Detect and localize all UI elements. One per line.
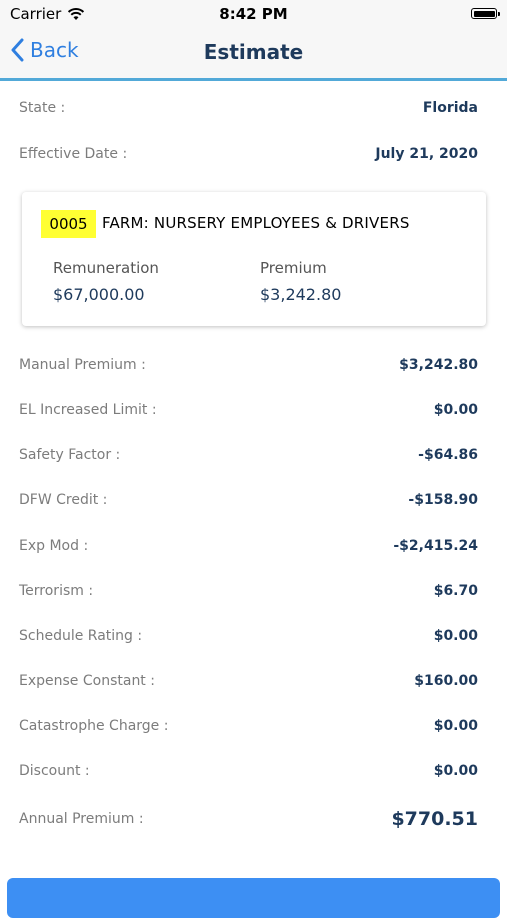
dfw-credit-label: DFW Credit : bbox=[19, 492, 108, 508]
annual-premium-value: $770.51 bbox=[391, 808, 478, 830]
status-bar: Carrier 8:42 PM bbox=[0, 0, 507, 28]
expense-constant-value: $160.00 bbox=[414, 673, 478, 689]
terrorism-value: $6.70 bbox=[433, 583, 478, 599]
premium-value: $3,242.80 bbox=[260, 285, 342, 304]
manual-premium-label: Manual Premium : bbox=[19, 357, 146, 373]
back-button[interactable]: Back bbox=[10, 38, 79, 62]
catastrophe-charge-value: $0.00 bbox=[433, 718, 478, 734]
status-time: 8:42 PM bbox=[219, 5, 288, 23]
catastrophe-charge-row: Catastrophe Charge : $0.00 bbox=[19, 714, 478, 738]
discount-value: $0.00 bbox=[433, 763, 478, 779]
chevron-left-icon bbox=[11, 38, 24, 62]
catastrophe-charge-label: Catastrophe Charge : bbox=[19, 718, 169, 734]
class-description: FARM: NURSERY EMPLOYEES & DRIVERS bbox=[102, 214, 410, 232]
safety-factor-value: -$64.86 bbox=[418, 447, 478, 463]
expense-constant-row: Expense Constant : $160.00 bbox=[19, 669, 478, 693]
premium-label: Premium bbox=[260, 259, 327, 277]
navigation-bar: Back Estimate bbox=[0, 28, 507, 81]
dfw-credit-value: -$158.90 bbox=[408, 492, 478, 508]
el-increased-limit-row: EL Increased Limit : $0.00 bbox=[19, 398, 478, 422]
remuneration-value: $67,000.00 bbox=[53, 285, 145, 304]
exp-mod-value: -$2,415.24 bbox=[393, 538, 478, 554]
manual-premium-value: $3,242.80 bbox=[399, 357, 478, 373]
remuneration-label: Remuneration bbox=[53, 259, 159, 277]
schedule-rating-row: Schedule Rating : $0.00 bbox=[19, 624, 478, 648]
safety-factor-label: Safety Factor : bbox=[19, 447, 121, 463]
discount-label: Discount : bbox=[19, 763, 90, 779]
effective-date-label: Effective Date : bbox=[19, 146, 128, 162]
annual-premium-label: Annual Premium : bbox=[19, 811, 144, 827]
schedule-rating-value: $0.00 bbox=[433, 628, 478, 644]
effective-date-value: July 21, 2020 bbox=[375, 146, 478, 162]
battery-icon bbox=[471, 8, 500, 19]
manual-premium-row: Manual Premium : $3,242.80 bbox=[19, 353, 478, 377]
class-code-card: 0005 FARM: NURSERY EMPLOYEES & DRIVERS R… bbox=[22, 192, 486, 326]
el-increased-limit-label: EL Increased Limit : bbox=[19, 402, 157, 418]
schedule-rating-label: Schedule Rating : bbox=[19, 628, 143, 644]
back-label: Back bbox=[30, 38, 79, 62]
state-value: Florida bbox=[422, 100, 478, 116]
annual-premium-row: Annual Premium : $770.51 bbox=[19, 805, 478, 833]
bottom-action-button[interactable] bbox=[7, 878, 500, 918]
expense-constant-label: Expense Constant : bbox=[19, 673, 155, 689]
terrorism-label: Terrorism : bbox=[19, 583, 94, 599]
el-increased-limit-value: $0.00 bbox=[433, 402, 478, 418]
exp-mod-label: Exp Mod : bbox=[19, 538, 89, 554]
state-row: State : Florida bbox=[19, 96, 478, 120]
exp-mod-row: Exp Mod : -$2,415.24 bbox=[19, 534, 478, 558]
safety-factor-row: Safety Factor : -$64.86 bbox=[19, 443, 478, 467]
dfw-credit-row: DFW Credit : -$158.90 bbox=[19, 488, 478, 512]
effective-date-row: Effective Date : July 21, 2020 bbox=[19, 142, 478, 166]
terrorism-row: Terrorism : $6.70 bbox=[19, 579, 478, 603]
discount-row: Discount : $0.00 bbox=[19, 759, 478, 783]
state-label: State : bbox=[19, 100, 66, 116]
class-code-badge: 0005 bbox=[41, 210, 96, 238]
